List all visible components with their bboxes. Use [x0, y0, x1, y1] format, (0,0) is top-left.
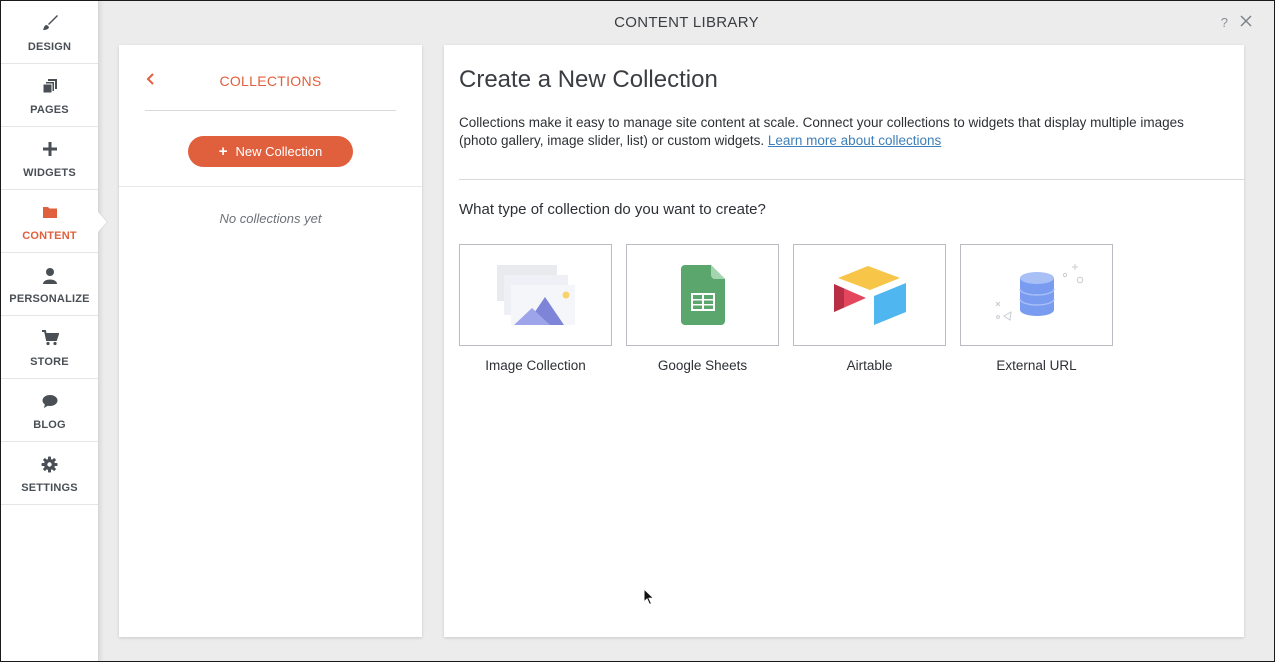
nav-item-pages[interactable]: PAGES [1, 64, 98, 127]
type-card [793, 244, 946, 346]
nav-label-design: DESIGN [27, 41, 72, 53]
type-external-url[interactable]: External URL [960, 244, 1113, 384]
plus-icon [40, 140, 60, 158]
image-collection-icon [496, 265, 575, 325]
learn-more-link[interactable]: Learn more about collections [768, 133, 941, 148]
pages-icon [40, 77, 60, 95]
type-card [459, 244, 612, 346]
type-label: Image Collection [485, 358, 586, 373]
nav-label-widgets: WIDGETS [23, 167, 76, 179]
divider [459, 179, 1244, 180]
nav-label-pages: PAGES [30, 104, 69, 116]
nav-item-store[interactable]: STORE [1, 316, 98, 379]
type-image-collection[interactable]: Image Collection [459, 244, 612, 384]
close-button[interactable] [1238, 13, 1254, 29]
close-icon [1240, 15, 1252, 27]
cart-icon [40, 329, 60, 347]
create-collection-panel: Create a New Collection Collections make… [444, 45, 1244, 637]
empty-state-text: No collections yet [219, 211, 322, 226]
nav-item-personalize[interactable]: PERSONALIZE [1, 253, 98, 316]
type-google-sheets[interactable]: Google Sheets [626, 244, 779, 384]
type-label: External URL [996, 358, 1077, 373]
type-airtable[interactable]: Airtable [793, 244, 946, 384]
collections-title: COLLECTIONS [219, 73, 322, 89]
left-nav: DESIGN PAGES WIDGETS CONTENT PERSONALIZE [1, 1, 99, 661]
plus-icon: + [218, 143, 228, 160]
collections-panel: COLLECTIONS + New Collection No collecti… [119, 45, 422, 637]
nav-item-content[interactable]: CONTENT [1, 190, 98, 253]
nav-label-personalize: PERSONALIZE [9, 293, 90, 305]
person-icon [40, 266, 60, 284]
collection-type-question: What type of collection do you want to c… [459, 201, 766, 218]
nav-label-content: CONTENT [22, 230, 77, 242]
window-title: CONTENT LIBRARY [614, 14, 759, 31]
page-title: Create a New Collection [459, 66, 718, 93]
nav-item-design[interactable]: DESIGN [1, 1, 98, 64]
speech-bubble-icon [40, 392, 60, 410]
collections-header: COLLECTIONS [145, 45, 396, 111]
nav-item-blog[interactable]: BLOG [1, 379, 98, 442]
type-label: Google Sheets [657, 358, 748, 373]
gear-icon [40, 455, 60, 473]
description: Collections make it easy to manage site … [459, 114, 1219, 150]
nav-label-settings: SETTINGS [21, 482, 78, 494]
type-label: Airtable [846, 358, 893, 373]
paintbrush-icon [40, 14, 60, 32]
new-collection-label: New Collection [235, 144, 323, 159]
mouse-cursor [643, 587, 655, 606]
database-icon [995, 264, 1083, 321]
folder-icon [40, 203, 60, 221]
help-button[interactable]: ? [1221, 15, 1228, 30]
content-library-window: DESIGN PAGES WIDGETS CONTENT PERSONALIZE [1, 1, 1274, 661]
nav-label-store: STORE [30, 356, 69, 368]
nav-item-widgets[interactable]: WIDGETS [1, 127, 98, 190]
divider [119, 186, 422, 187]
type-card [960, 244, 1113, 346]
nav-label-blog: BLOG [33, 419, 66, 431]
nav-item-settings[interactable]: SETTINGS [1, 442, 98, 505]
new-collection-button[interactable]: + New Collection [188, 136, 353, 167]
type-card [626, 244, 779, 346]
airtable-icon [833, 266, 906, 325]
google-sheets-icon [680, 265, 725, 325]
